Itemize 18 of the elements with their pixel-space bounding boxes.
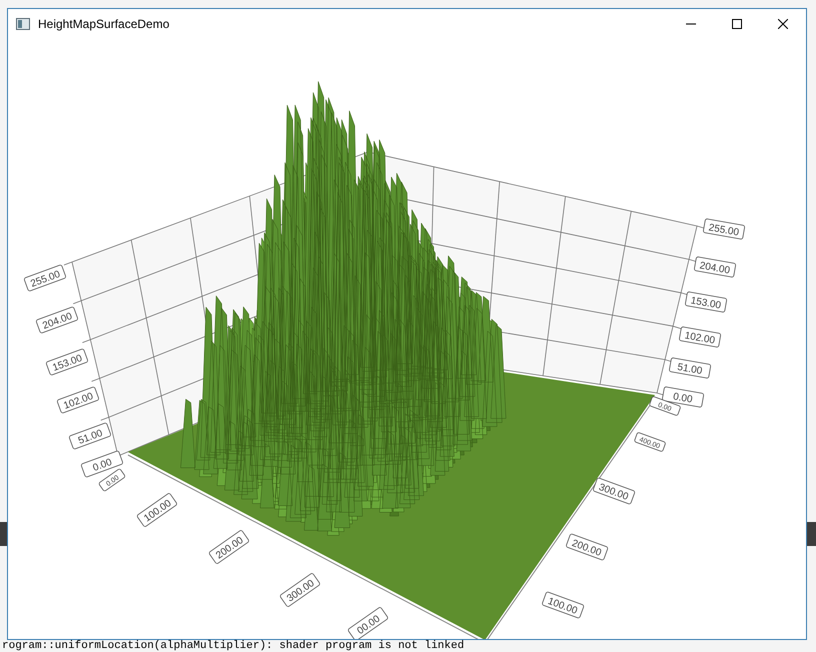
code-line: rogram::uniformLocation(alphaMultiplier): shader program is not linked <box>2 641 464 652</box>
tick-label: 204.00 <box>35 306 79 334</box>
tick-label: 255.00 <box>702 218 746 240</box>
tick-label: 200.00 <box>565 533 609 561</box>
tick-label: 204.00 <box>694 256 736 278</box>
tick-label: 100.00 <box>541 591 585 619</box>
tick-label: 153.00 <box>45 348 89 376</box>
tick-label: 255.00 <box>23 264 67 292</box>
close-icon <box>778 19 788 29</box>
tick-label: 102.00 <box>56 386 100 414</box>
tick-label: 51.00 <box>668 357 712 379</box>
tick-label: 51.00 <box>68 422 112 450</box>
tick-label: 153.00 <box>684 291 728 313</box>
tick-label: 300.00 <box>592 477 636 505</box>
window-icon <box>16 18 30 30</box>
window-title: HeightMapSurfaceDemo <box>38 16 170 33</box>
tick-label: 102.00 <box>678 326 722 348</box>
maximize-icon <box>732 19 742 29</box>
